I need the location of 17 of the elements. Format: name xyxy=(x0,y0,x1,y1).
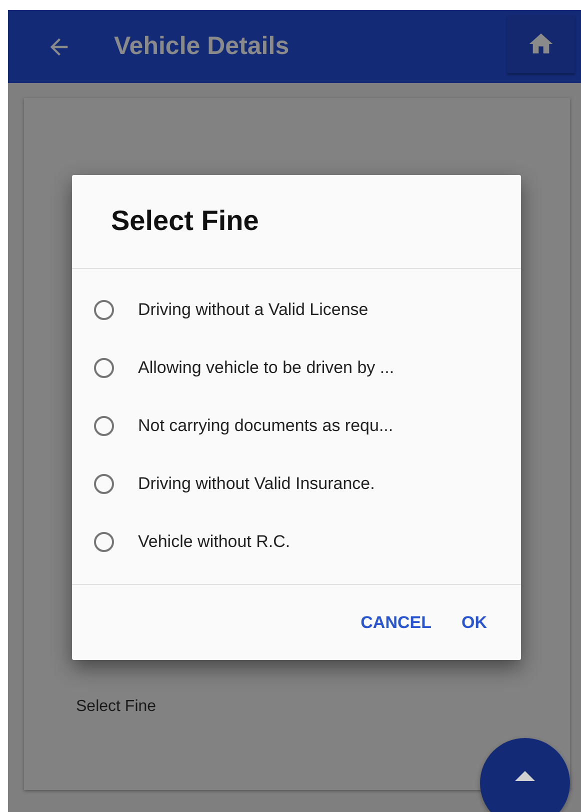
option-label[interactable]: Driving without Valid Insurance. xyxy=(138,474,375,494)
option-label[interactable]: Not carrying documents as requ... xyxy=(138,416,394,436)
screen-title: Vehicle Details xyxy=(114,32,290,61)
caret-up-icon xyxy=(515,771,535,781)
option-label[interactable]: Allowing vehicle to be driven by ... xyxy=(138,358,394,378)
option-label[interactable]: Vehicle without R.C. xyxy=(138,532,290,552)
option-label[interactable]: Driving without a Valid License xyxy=(138,300,368,320)
radio-button[interactable] xyxy=(94,358,114,378)
radio-button[interactable] xyxy=(94,474,114,494)
radio-button[interactable] xyxy=(94,416,114,436)
dialog-title: Select Fine xyxy=(72,175,521,269)
cancel-button[interactable]: CANCEL xyxy=(352,604,440,640)
radio-button[interactable] xyxy=(94,532,114,552)
ok-button[interactable]: OK xyxy=(454,604,495,640)
home-button[interactable] xyxy=(507,14,575,72)
field-label: Select Fine xyxy=(76,698,156,716)
radio-button[interactable] xyxy=(94,300,114,320)
